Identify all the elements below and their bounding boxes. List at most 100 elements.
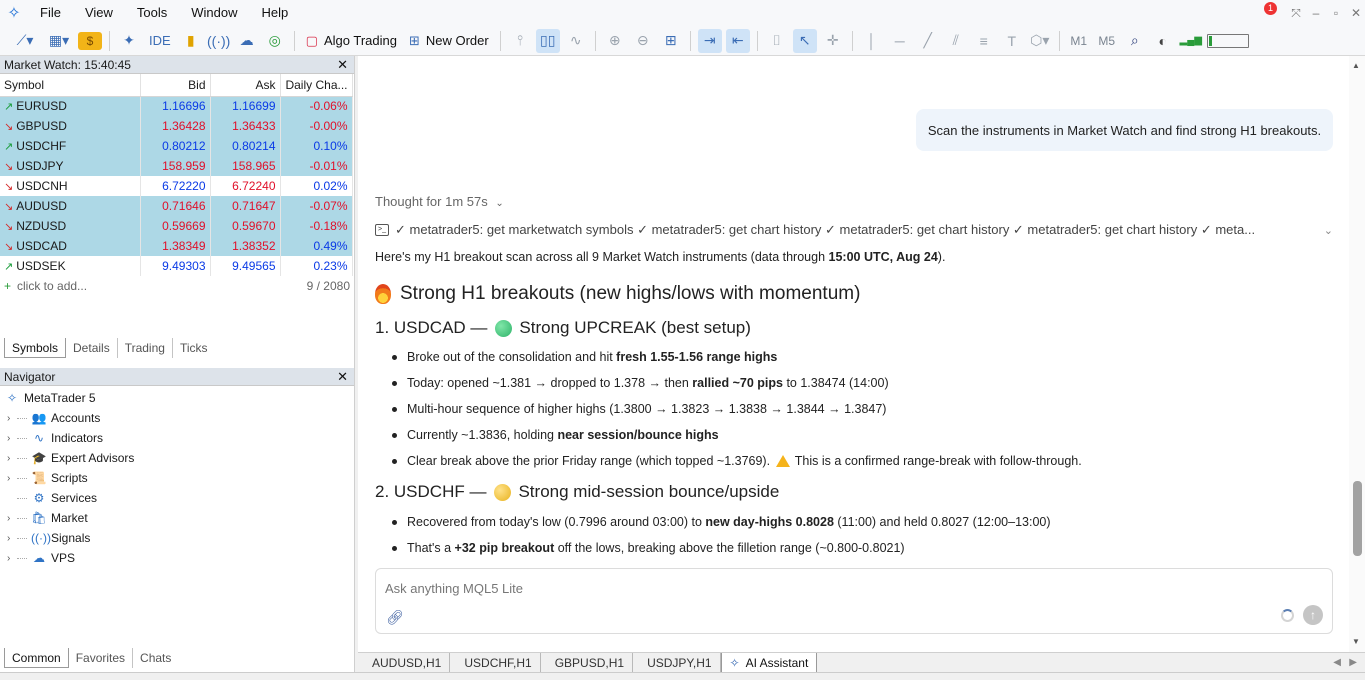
menu-help[interactable]: Help [250,0,301,26]
globe-icon[interactable]: ◎ [263,29,287,53]
column-header-bid[interactable]: Bid [140,74,211,97]
minimize-button[interactable]: – [1307,6,1325,20]
zoom-out-icon[interactable]: ⊖ [631,29,655,53]
tab-trading[interactable]: Trading [118,338,173,358]
tab-chats[interactable]: Chats [133,648,178,668]
navigator-item-accounts[interactable]: › 👥 Accounts [0,408,354,428]
fibonacci-icon[interactable]: ≡ [972,29,996,53]
chart-template-icon[interactable]: ▦▾ [44,29,74,53]
chevron-right-icon[interactable]: › [7,413,17,424]
menu-file[interactable]: File [28,0,73,26]
tab-scroll-arrows[interactable]: ◀ ▶ [1333,653,1357,673]
table-row[interactable]: ↘ AUDUSD 0.71646 0.71647 -0.07% [0,196,353,216]
search-icon[interactable]: ⌕ [1123,29,1147,53]
tab-ai-assistant[interactable]: ✧ AI Assistant [720,652,818,673]
chevron-right-icon[interactable]: › [7,473,17,484]
vertical-line-icon[interactable]: │ [860,29,884,53]
chevron-right-icon[interactable]: › [7,433,17,444]
column-header-symbol[interactable]: Symbol [0,74,141,97]
chat-input-box[interactable]: Ask anything MQL5 Lite 🔗︎ ↑ [375,568,1333,634]
shapes-icon[interactable]: ⬡▾ [1028,29,1052,53]
notifications-icon[interactable]: ◐ [1151,29,1175,53]
chevron-right-icon[interactable]: › [7,553,17,564]
timeframe-m5[interactable]: M5 [1095,29,1119,53]
chat-input-placeholder[interactable]: Ask anything MQL5 Lite [385,581,523,596]
table-row[interactable]: ↗ USDCHF 0.80212 0.80214 0.10% [0,136,353,156]
scroll-end-icon[interactable]: ⇥ [697,28,722,53]
navigator-item-expert-advisors[interactable]: › 🎓 Expert Advisors [0,448,354,468]
chevron-right-icon[interactable]: › [7,533,17,544]
new-order-button[interactable]: ⊞ New Order [405,29,493,53]
chevron-right-icon[interactable]: › [7,453,17,464]
send-button[interactable]: ↑ [1303,605,1323,625]
table-row[interactable]: ↗ EURUSD 1.16696 1.16699 -0.06% [0,96,353,116]
paperclip-icon[interactable]: 🔗︎ [386,609,404,626]
shift-chart-icon[interactable]: ⇤ [725,28,750,53]
zoom-in-icon[interactable]: ⊕ [603,29,627,53]
scrollbar-thumb[interactable] [1353,481,1362,556]
market-watch-close-icon[interactable]: ✕ [337,57,348,73]
table-row[interactable]: ↘ USDCNH 6.72220 6.72240 0.02% [0,176,353,196]
undock-icon[interactable]: ⤧ [1287,6,1305,21]
tab-ticks[interactable]: Ticks [173,338,215,358]
tab-symbols[interactable]: Symbols [4,338,67,358]
table-row[interactable]: ↘ NZDUSD 0.59669 0.59670 -0.18% [0,216,353,236]
navigator-item-scripts[interactable]: › 📜 Scripts [0,468,354,488]
restore-button[interactable]: ▫ [1327,6,1345,20]
navigator-item-signals[interactable]: › ((·)) Signals [0,528,354,548]
screenshot-icon[interactable]: ⌷ [765,29,789,53]
chevron-right-icon[interactable]: › [7,513,17,524]
navigator-item-market[interactable]: › 🛍 Market [0,508,354,528]
cloud-icon[interactable]: ☁ [235,29,259,53]
scroll-up-icon[interactable]: ▲ [1352,61,1360,70]
metaeditor-icon[interactable]: ✦ [117,29,141,53]
algo-trading-button[interactable]: ▢ Algo Trading [302,29,401,53]
thought-toggle[interactable]: Thought for 1m 57s ⌄ [375,194,504,209]
cursor-icon[interactable]: ↖ [792,28,817,53]
market-bag-icon[interactable]: ▮ [179,29,203,53]
close-button[interactable]: ✕ [1347,6,1365,20]
chat-scrollbar[interactable]: ▲ ▼ [1349,56,1365,652]
add-symbol-row[interactable]: + click to add... 9 / 2080 [0,276,354,296]
tab-common[interactable]: Common [4,648,69,668]
text-icon[interactable]: T [1000,29,1024,53]
signal-icon[interactable]: ((·)) [207,29,231,53]
bid-cell: 1.36428 [140,116,211,136]
menu-view[interactable]: View [73,0,125,26]
column-header-ask[interactable]: Ask [210,74,281,97]
arrow-down-icon: ↘ [4,181,14,193]
navigator-item-indicators[interactable]: › ∿ Indicators [0,428,354,448]
scroll-down-icon[interactable]: ▼ [1352,637,1360,646]
navigator-root[interactable]: ✧ MetaTrader 5 [0,388,354,408]
navigator-item-vps[interactable]: › ☁ VPS [0,548,354,568]
menu-window[interactable]: Window [179,0,249,26]
equidistant-channel-icon[interactable]: ⫽ [944,29,968,53]
table-row[interactable]: ↘ USDJPY 158.959 158.965 -0.01% [0,156,353,176]
dollar-icon[interactable]: $ [78,31,102,50]
tab-details[interactable]: Details [66,338,118,358]
horizontal-line-icon[interactable]: ─ [888,29,912,53]
menu-tools[interactable]: Tools [125,0,179,26]
trend-line-icon[interactable]: ╱ [916,29,940,53]
tab-usdchf-h1[interactable]: USDCHF,H1 [450,652,541,673]
line-icon[interactable]: ∿ [564,29,588,53]
tab-favorites[interactable]: Favorites [69,648,134,668]
candlestick-icon[interactable]: ▯▯ [535,28,560,53]
timeframe-m1[interactable]: M1 [1067,29,1091,53]
ide-button[interactable]: IDE [145,29,175,53]
chevron-down-icon[interactable]: ⌄ [1324,224,1333,237]
table-row[interactable]: ↘ USDCAD 1.38349 1.38352 0.49% [0,236,353,256]
crosshair-icon[interactable]: ✛ [821,29,845,53]
tile-windows-icon[interactable]: ⊞ [659,29,683,53]
navigator-close-icon[interactable]: ✕ [337,369,348,385]
tool-calls-row[interactable]: >_ ✓ metatrader5: get marketwatch symbol… [375,222,1333,238]
bar-chart-icon[interactable]: ⫯ [508,29,532,53]
navigator-item-services[interactable]: ⚙ Services [0,488,354,508]
tab-gbpusd-h1[interactable]: GBPUSD,H1 [541,652,634,673]
tab-audusd-h1[interactable]: AUDUSD,H1 [358,652,451,673]
tab-usdjpy-h1[interactable]: USDJPY,H1 [633,652,721,673]
table-row[interactable]: ↘ GBPUSD 1.36428 1.36433 -0.00% [0,116,353,136]
column-header-daily-change[interactable]: Daily Cha... [280,74,353,97]
line-chart-icon[interactable]: ⟋▾ [10,29,40,53]
table-row[interactable]: ↗ USDSEK 9.49303 9.49565 0.23% [0,256,353,276]
